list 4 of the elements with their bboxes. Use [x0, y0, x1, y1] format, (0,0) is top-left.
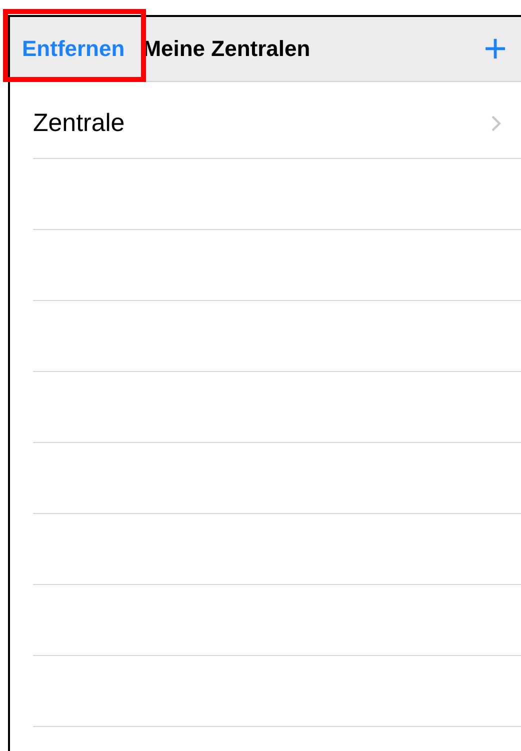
list-row[interactable]: Zentrale	[33, 88, 521, 159]
add-button[interactable]: +	[484, 29, 507, 69]
row-label: Zentrale	[33, 108, 126, 138]
remove-button[interactable]: Entfernen	[22, 36, 125, 62]
